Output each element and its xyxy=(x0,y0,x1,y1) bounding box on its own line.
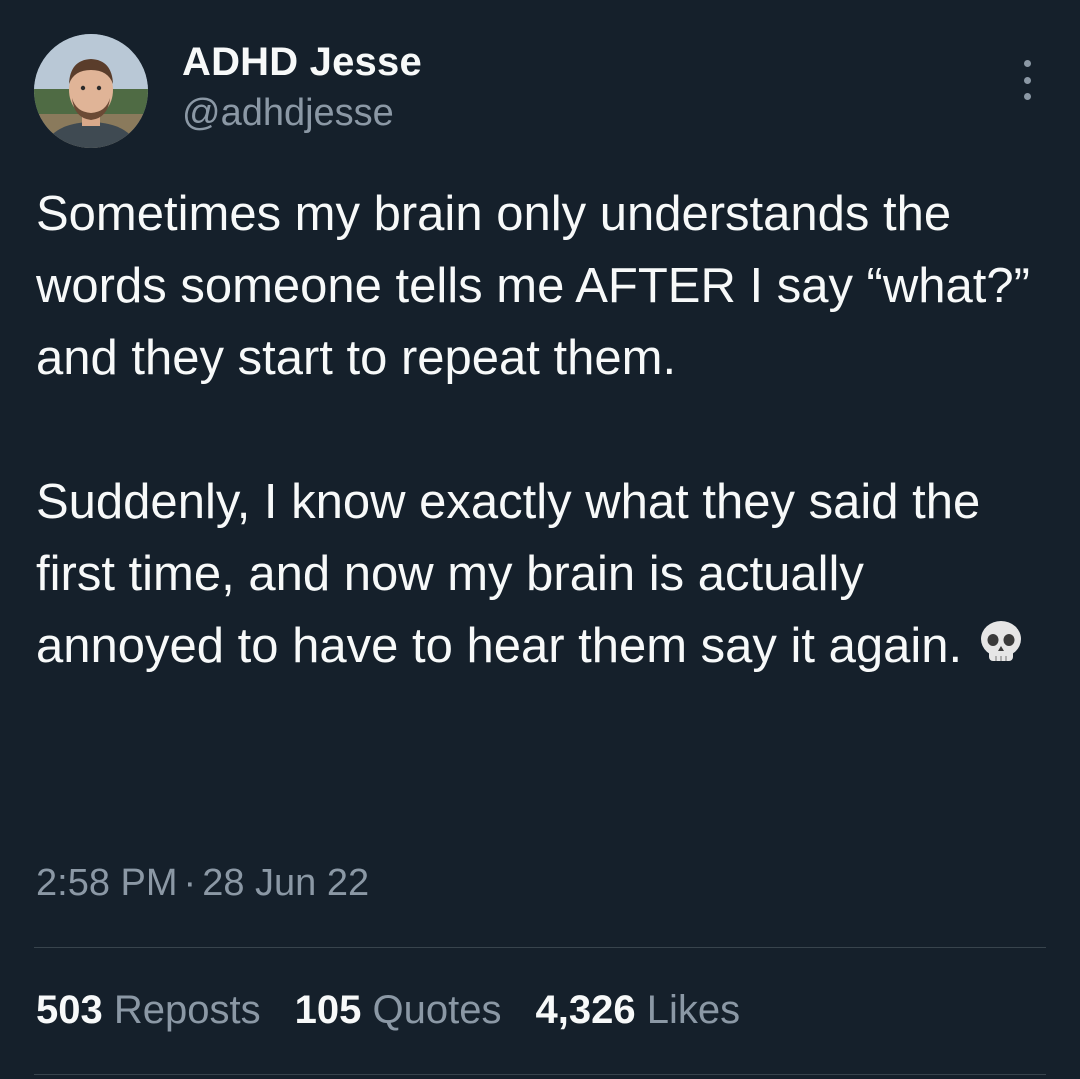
author-handle[interactable]: @adhdjesse xyxy=(182,92,394,135)
skull-emoji-icon xyxy=(976,616,1026,688)
more-dot xyxy=(1023,93,1031,100)
tweet-time: 2:58 PM xyxy=(36,862,178,904)
more-options-icon[interactable] xyxy=(1020,60,1034,100)
quotes-label: Quotes xyxy=(372,988,502,1032)
reposts-label: Reposts xyxy=(113,988,261,1032)
profile-photo-icon xyxy=(34,34,148,148)
tweet-paragraph-last: Suddenly, I know exactly what they said … xyxy=(36,466,1046,688)
tweet-timestamp[interactable]: 2:58 PM · 28 Jun 22 xyxy=(36,862,369,905)
tweet-paragraph-text: Suddenly, I know exactly what they said … xyxy=(36,475,981,673)
quotes-stat[interactable]: 105 Quotes xyxy=(295,988,502,1033)
divider xyxy=(34,1074,1046,1075)
tweet-text: Sometimes my brain only understands the … xyxy=(36,178,1046,688)
reposts-count: 503 xyxy=(36,988,103,1032)
more-dot xyxy=(1023,76,1031,84)
avatar[interactable] xyxy=(34,34,148,148)
timestamp-separator: · xyxy=(183,862,197,904)
quotes-count: 105 xyxy=(294,988,362,1032)
tweet-paragraph: Sometimes my brain only understands the … xyxy=(36,187,1030,385)
divider xyxy=(34,947,1046,948)
likes-count: 4,326 xyxy=(535,988,636,1032)
more-dot xyxy=(1023,60,1031,67)
tweet-date: 28 Jun 22 xyxy=(202,862,370,904)
engagement-stats: 503 Reposts 105 Quotes 4,326 Likes xyxy=(36,988,774,1033)
tweet-header: ADHD Jesse @adhdjesse xyxy=(34,34,1046,148)
reposts-stat[interactable]: 503 Reposts xyxy=(36,988,261,1033)
likes-label: Likes xyxy=(646,988,741,1032)
author-name[interactable]: ADHD Jesse xyxy=(182,40,422,85)
likes-stat[interactable]: 4,326 Likes xyxy=(535,988,740,1033)
